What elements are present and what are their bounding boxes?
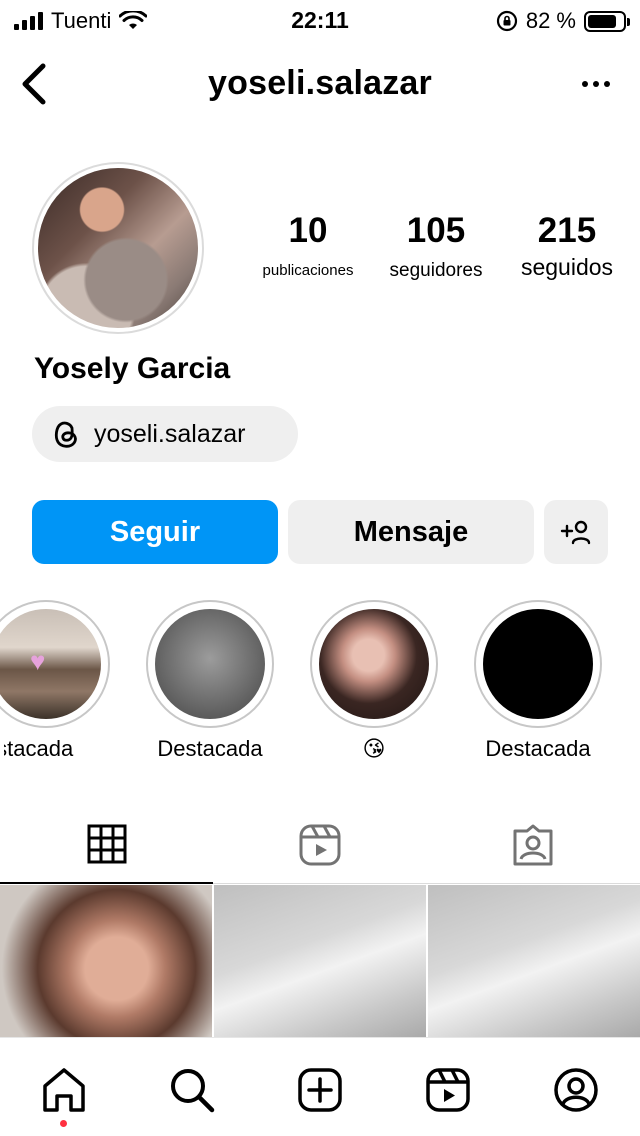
story-highlight[interactable]: Destacada bbox=[474, 600, 602, 761]
nav-reels[interactable] bbox=[420, 1062, 476, 1118]
bottom-navigation bbox=[0, 1037, 640, 1136]
post-thumbnail[interactable] bbox=[428, 885, 640, 1037]
threads-badge[interactable]: yoseli.salazar bbox=[32, 406, 298, 462]
story-highlight[interactable]: ♥ Destacada bbox=[0, 600, 110, 761]
status-bar: Tuenti 22:11 82 % bbox=[0, 0, 640, 42]
story-highlight[interactable]: 😘 bbox=[310, 600, 438, 761]
home-icon bbox=[43, 1068, 85, 1112]
avatar-image bbox=[38, 168, 198, 328]
highlight-cover bbox=[155, 609, 265, 719]
threads-handle: yoseli.salazar bbox=[94, 419, 246, 448]
highlight-label: Destacada bbox=[4, 736, 74, 761]
avatar[interactable] bbox=[32, 162, 204, 334]
suggest-users-button[interactable] bbox=[544, 500, 608, 564]
rotation-lock-icon bbox=[496, 10, 517, 32]
battery-icon bbox=[584, 10, 630, 32]
tab-posts[interactable] bbox=[0, 806, 213, 884]
tagged-icon bbox=[513, 824, 552, 866]
nav-create[interactable] bbox=[292, 1062, 348, 1118]
posts-count[interactable]: 10 publicaciones bbox=[250, 210, 366, 284]
highlight-cover bbox=[319, 609, 429, 719]
profile-tabs bbox=[0, 806, 640, 884]
highlight-cover bbox=[483, 609, 593, 719]
followers-count[interactable]: 105 seguidores bbox=[378, 210, 494, 284]
nav-home[interactable] bbox=[36, 1062, 92, 1118]
follow-button[interactable]: Seguir bbox=[32, 500, 278, 564]
search-icon bbox=[171, 1069, 215, 1113]
post-thumbnail[interactable] bbox=[214, 885, 426, 1037]
profile-icon bbox=[554, 1068, 598, 1112]
posts-grid bbox=[0, 885, 640, 1037]
more-options-button[interactable] bbox=[574, 68, 618, 100]
highlight-label: 😘 bbox=[362, 736, 386, 761]
highlight-label: Destacada bbox=[485, 736, 591, 761]
highlight-label: Destacada bbox=[157, 736, 263, 761]
grid-icon bbox=[87, 824, 126, 864]
page-title: yoseli.salazar bbox=[208, 64, 432, 102]
create-icon bbox=[298, 1068, 342, 1112]
heart-icon: ♥ bbox=[30, 646, 46, 676]
message-button[interactable]: Mensaje bbox=[288, 500, 534, 564]
reels-icon bbox=[299, 824, 340, 866]
profile-stats: 10 publicaciones 105 seguidores 215 segu… bbox=[244, 210, 634, 290]
reels-icon bbox=[426, 1068, 470, 1112]
notification-dot bbox=[60, 1120, 67, 1127]
highlight-cover bbox=[0, 609, 101, 719]
story-highlight[interactable]: Destacada bbox=[146, 600, 274, 761]
nav-profile[interactable] bbox=[548, 1062, 604, 1118]
post-thumbnail[interactable] bbox=[0, 885, 212, 1037]
following-count[interactable]: 215 seguidos bbox=[508, 210, 626, 280]
profile-header: yoseli.salazar bbox=[0, 52, 640, 116]
display-name: Yosely Garcia bbox=[34, 352, 231, 385]
battery-percent: 82 % bbox=[525, 8, 576, 33]
tab-tagged[interactable] bbox=[426, 806, 639, 884]
add-user-icon bbox=[560, 520, 591, 545]
threads-icon bbox=[54, 421, 77, 448]
tab-reels[interactable] bbox=[213, 806, 426, 884]
nav-search[interactable] bbox=[164, 1062, 220, 1118]
